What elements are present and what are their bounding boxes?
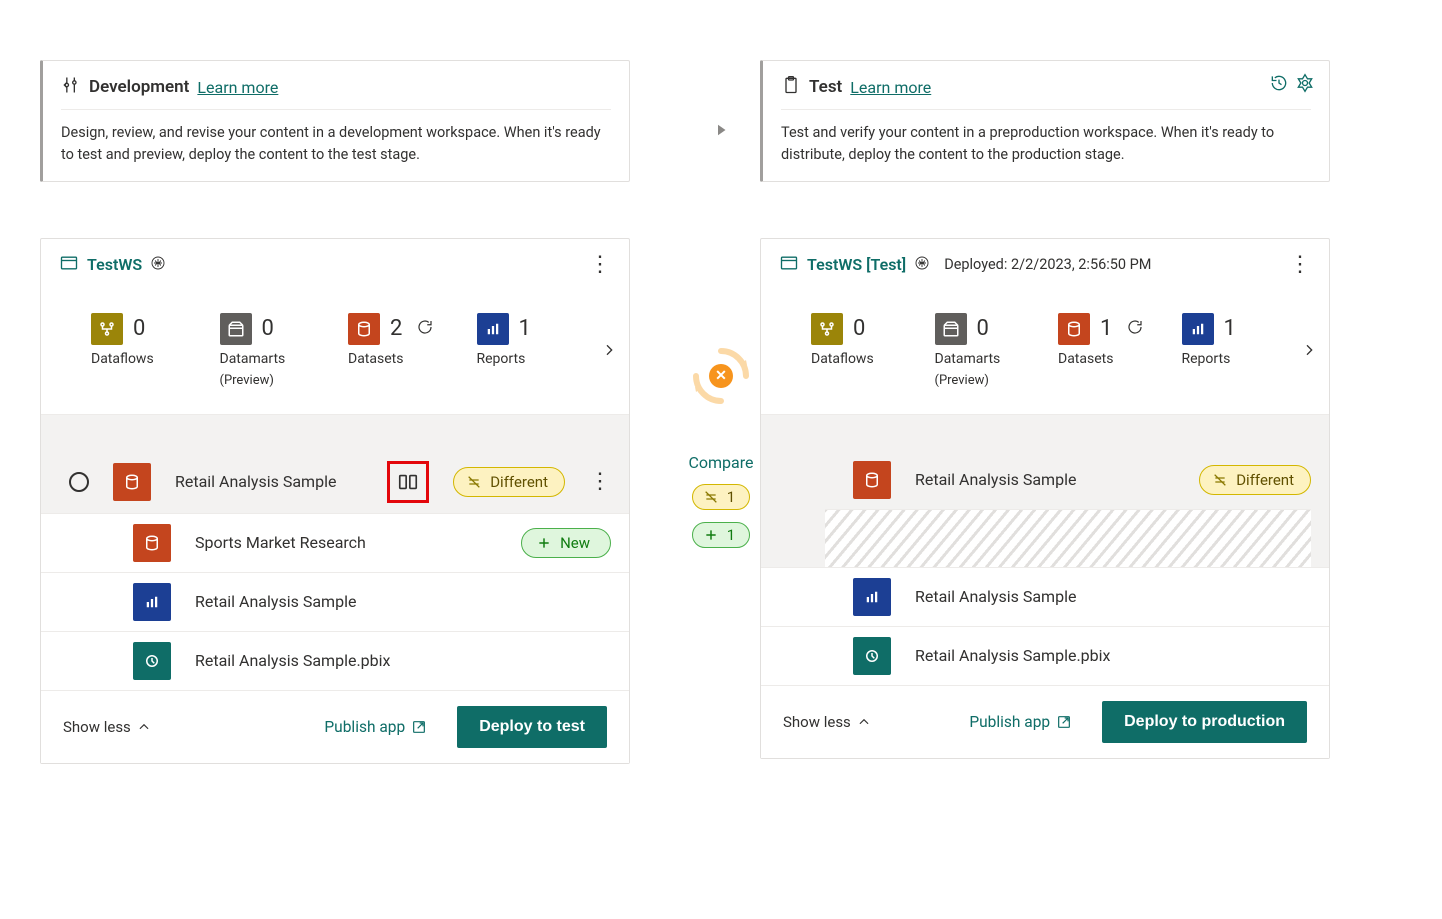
compare-diff-pill[interactable]: 1 xyxy=(692,484,750,510)
new-badge: New xyxy=(521,528,611,558)
test-footer: Show less Publish app Deploy to producti… xyxy=(761,685,1329,758)
list-item[interactable]: Retail Analysis Sample xyxy=(761,567,1329,626)
datamarts-icon xyxy=(220,313,252,345)
dataset-icon xyxy=(853,461,891,499)
dev-stage-desc: Design, review, and revise your content … xyxy=(61,122,611,167)
dataflows-icon xyxy=(811,313,843,345)
clipboard-icon xyxy=(781,75,801,99)
test-datasets-tab[interactable]: 1 Datasets xyxy=(1058,313,1182,367)
dev-stage-header: Development Learn more Design, review, a… xyxy=(40,60,630,182)
history-icon[interactable] xyxy=(1269,73,1289,97)
dev-learn-more-link[interactable]: Learn more xyxy=(197,78,278,97)
publish-app-link[interactable]: Publish app xyxy=(324,718,427,736)
dev-ws-name[interactable]: TestWS xyxy=(87,255,142,274)
test-stage-title-row: Test Learn more xyxy=(781,75,1311,110)
show-less-toggle[interactable]: Show less xyxy=(783,713,871,731)
dataset-icon xyxy=(133,524,171,562)
stage-arrow-icon xyxy=(711,120,731,140)
item-name: Retail Analysis Sample xyxy=(915,470,1175,489)
reports-icon xyxy=(477,313,509,345)
refresh-icon[interactable] xyxy=(1126,318,1144,340)
item-name: Sports Market Research xyxy=(195,533,497,552)
list-item[interactable]: Retail Analysis Sample Different xyxy=(761,451,1329,509)
datasets-icon xyxy=(1058,313,1090,345)
placeholder-row xyxy=(825,509,1311,567)
list-item[interactable]: Sports Market Research New xyxy=(41,513,629,572)
report-icon xyxy=(853,578,891,616)
test-learn-more-link[interactable]: Learn more xyxy=(850,78,931,97)
different-badge: Different xyxy=(453,467,565,497)
dev-datamarts-tab[interactable]: 0 Datamarts (Preview) xyxy=(220,313,349,388)
test-workspace-card: TestWS [Test] Deployed: 2/2/2023, 2:56:5… xyxy=(760,238,1330,759)
settings-icon[interactable] xyxy=(1295,73,1315,97)
item-name: Retail Analysis Sample.pbix xyxy=(915,646,1311,665)
test-stage-header: Test Learn more Test and verify your con… xyxy=(760,60,1330,182)
deployed-timestamp: Deployed: 2/2/2023, 2:56:50 PM xyxy=(944,256,1151,273)
chevron-right-icon[interactable] xyxy=(1301,342,1317,362)
list-item[interactable]: Retail Analysis Sample.pbix xyxy=(41,631,629,690)
list-item[interactable]: Retail Analysis Sample.pbix xyxy=(761,626,1329,685)
dev-column: Development Learn more Design, review, a… xyxy=(40,60,630,764)
dataflows-icon xyxy=(91,313,123,345)
test-stage-desc: Test and verify your content in a prepro… xyxy=(781,122,1311,167)
dev-stage-title: Development xyxy=(89,77,189,97)
dev-stage-title-row: Development Learn more xyxy=(61,75,611,110)
test-header-actions xyxy=(1269,73,1315,97)
pipeline-view: Development Learn more Design, review, a… xyxy=(0,0,1442,804)
dev-ws-header: TestWS ⋮ xyxy=(41,239,629,291)
test-counts-row: 0 Dataflows 0 Datamarts (Preview) xyxy=(761,291,1329,415)
dev-workspace-card: TestWS ⋮ 0 Dataflows xyxy=(40,238,630,764)
different-badge: Different xyxy=(1199,465,1311,495)
tools-icon xyxy=(61,75,81,99)
deploy-to-production-button[interactable]: Deploy to production xyxy=(1102,701,1307,743)
compare-panel: ✕ Compare 1 1 xyxy=(661,345,781,548)
compare-view-button[interactable] xyxy=(387,461,429,503)
compare-spinner[interactable]: ✕ xyxy=(690,345,752,407)
publish-app-link[interactable]: Publish app xyxy=(969,713,1072,731)
premium-icon xyxy=(150,255,166,275)
dataset-icon xyxy=(113,463,151,501)
workspace-icon xyxy=(59,253,79,277)
dev-footer: Show less Publish app Deploy to test xyxy=(41,690,629,763)
item-name: Retail Analysis Sample xyxy=(915,587,1311,606)
list-item[interactable]: Retail Analysis Sample Different ⋮ xyxy=(41,451,629,513)
pbix-icon xyxy=(853,637,891,675)
report-icon xyxy=(133,583,171,621)
test-ws-header: TestWS [Test] Deployed: 2/2/2023, 2:56:5… xyxy=(761,239,1329,291)
item-name: Retail Analysis Sample.pbix xyxy=(195,651,611,670)
chevron-right-icon[interactable] xyxy=(601,342,617,362)
test-datamarts-tab[interactable]: 0 Datamarts (Preview) xyxy=(935,313,1059,388)
test-stage-title: Test xyxy=(809,77,842,97)
item-name: Retail Analysis Sample xyxy=(195,592,611,611)
workspace-icon xyxy=(779,253,799,277)
premium-icon xyxy=(914,255,930,275)
dev-dataflows-tab[interactable]: 0 Dataflows xyxy=(91,313,220,367)
dev-reports-tab[interactable]: 1 Reports xyxy=(477,313,606,367)
deploy-to-test-button[interactable]: Deploy to test xyxy=(457,706,607,748)
show-less-toggle[interactable]: Show less xyxy=(63,718,151,736)
datasets-icon xyxy=(348,313,380,345)
list-item[interactable]: Retail Analysis Sample xyxy=(41,572,629,631)
test-dataflows-tab[interactable]: 0 Dataflows xyxy=(811,313,935,367)
dev-items-list: Retail Analysis Sample Different ⋮ Sport… xyxy=(41,415,629,690)
reports-icon xyxy=(1182,313,1214,345)
datamarts-icon xyxy=(935,313,967,345)
compare-new-pill[interactable]: 1 xyxy=(692,522,750,548)
test-reports-tab[interactable]: 1 Reports xyxy=(1182,313,1306,367)
compare-label[interactable]: Compare xyxy=(688,453,753,472)
test-column: Test Learn more Test and verify your con… xyxy=(760,60,1330,764)
pbix-icon xyxy=(133,642,171,680)
test-ws-name[interactable]: TestWS [Test] xyxy=(807,255,906,274)
item-name: Retail Analysis Sample xyxy=(175,472,363,491)
dev-datasets-tab[interactable]: 2 Datasets xyxy=(348,313,477,367)
select-radio[interactable] xyxy=(69,472,89,492)
refresh-icon[interactable] xyxy=(416,318,434,340)
test-items-list: Retail Analysis Sample Different Retail … xyxy=(761,415,1329,685)
dev-counts-row: 0 Dataflows 0 Datamarts (Preview) xyxy=(41,291,629,415)
